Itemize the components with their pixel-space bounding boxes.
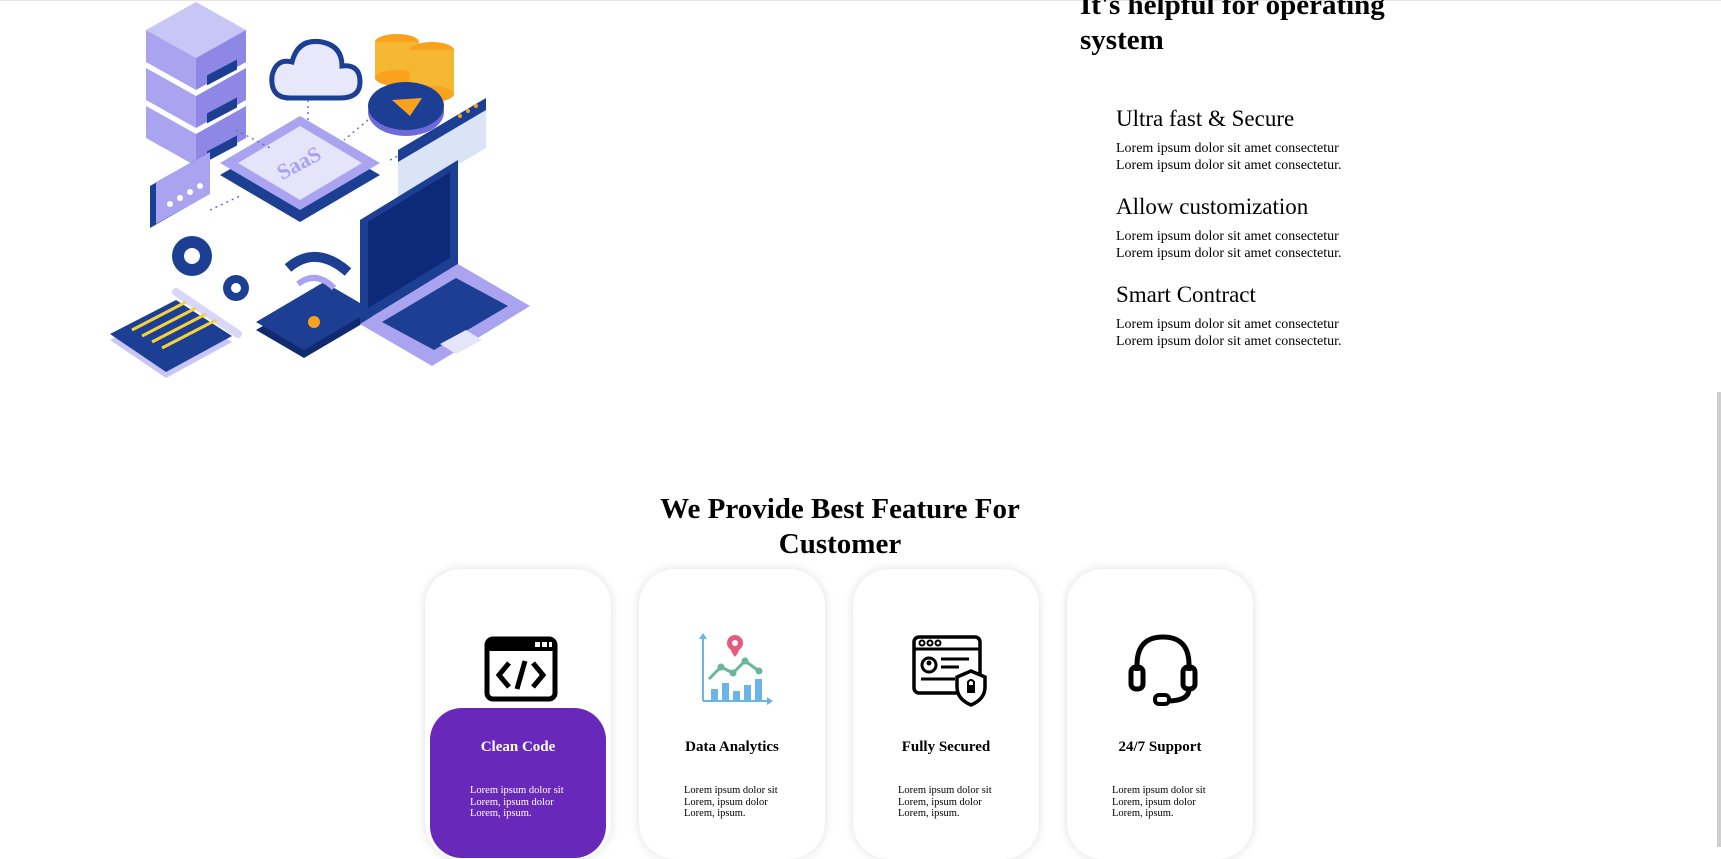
scrollbar-thumb[interactable] — [1717, 392, 1721, 847]
analytics-chart-icon — [699, 633, 773, 705]
card-title: Fully Secured — [901, 739, 991, 755]
feature-description: Lorem ipsum dolor sit amet consectetur L… — [1116, 317, 1342, 349]
service-card-clean-code[interactable]: Clean Code Lorem ipsum dolor sit Lorem, … — [425, 569, 611, 859]
card-description: Lorem ipsum dolor sit Lorem, ipsum dolor… — [898, 785, 992, 819]
secure-profile-icon — [912, 635, 987, 707]
server-stack-icon — [146, 2, 246, 166]
card-title: Data Analytics — [685, 739, 779, 755]
notepad-icon — [110, 300, 232, 378]
saas-illustration: SaaS — [110, 2, 530, 378]
feature-item: Smart Contract Lorem ipsum dolor sit ame… — [1116, 282, 1436, 350]
card-description: Lorem ipsum dolor sit Lorem, ipsum dolor… — [1112, 785, 1206, 819]
feature-item: Allow customization Lorem ipsum dolor si… — [1116, 194, 1436, 262]
service-card-support[interactable]: 24/7 Support Lorem ipsum dolor sit Lorem… — [1067, 569, 1253, 859]
gears-icon — [172, 236, 249, 301]
phone-wifi-icon — [256, 251, 372, 358]
card-description: Lorem ipsum dolor sit Lorem, ipsum dolor… — [470, 785, 564, 819]
cloud-icon — [269, 38, 363, 101]
card-description: Lorem ipsum dolor sit Lorem, ipsum dolor… — [684, 785, 778, 819]
laptop-icon — [360, 160, 530, 366]
play-button-icon — [368, 82, 444, 136]
feature-description: Lorem ipsum dolor sit amet consectetur L… — [1116, 141, 1342, 173]
code-window-icon — [484, 636, 558, 702]
card-highlight — [430, 708, 606, 858]
feature-description: Lorem ipsum dolor sit amet consectetur L… — [1116, 229, 1342, 261]
feature-title: Ultra fast & Secure — [1116, 106, 1295, 131]
headset-icon — [1128, 634, 1198, 706]
card-title: Clean Code — [480, 739, 556, 755]
feature-title: Smart Contract — [1116, 282, 1256, 307]
feature-item: Ultra fast & Secure Lorem ipsum dolor si… — [1116, 106, 1436, 174]
card-title: 24/7 Support — [1118, 739, 1202, 755]
services-heading: We Provide Best Feature For Customer — [660, 493, 1020, 560]
feature-title: Allow customization — [1116, 194, 1309, 219]
service-card-data-analytics[interactable]: Data Analytics Lorem ipsum dolor sit Lor… — [639, 569, 825, 859]
section-heading: It's helpful for operating system — [1080, 0, 1385, 56]
chat-bubble-icon — [150, 152, 210, 228]
service-card-fully-secured[interactable]: Fully Secured Lorem ipsum dolor sit Lore… — [853, 569, 1039, 859]
